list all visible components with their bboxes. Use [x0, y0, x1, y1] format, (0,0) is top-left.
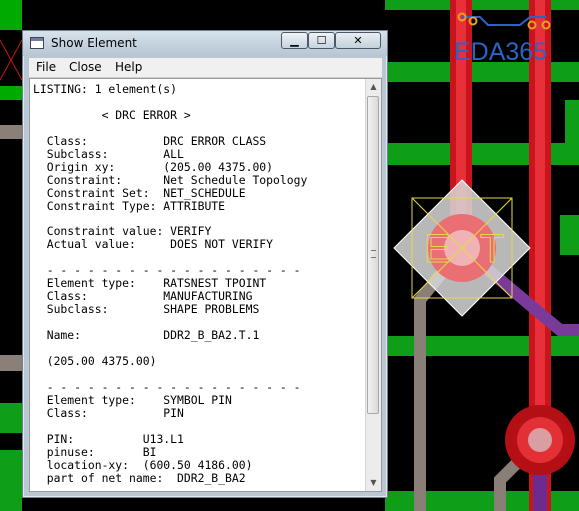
listing-line: Constraint Type: ATTRIBUTE: [33, 198, 226, 213]
listing-line: LISTING: 1 element(s): [33, 82, 178, 96]
listing-panel[interactable]: LISTING: 1 element(s) < DRC ERROR > Clas…: [29, 78, 382, 492]
close-button[interactable]: ✕: [335, 32, 381, 49]
maximize-button[interactable]: ☐: [308, 32, 335, 49]
listing-line: Name: DDR2_B_BA2.T.1: [33, 328, 260, 343]
listing-line: pinuse: BI: [33, 444, 157, 459]
scroll-thumb[interactable]: [367, 96, 379, 414]
listing-line: Constraint Set: NET_SCHEDULE: [33, 185, 246, 200]
listing-line: - - - - - - - - - - - - - - - - - - -: [33, 263, 301, 278]
show-element-window: Show Element ▁ ☐ ✕ File Close Help LISTI…: [22, 30, 388, 498]
listing-line: (205.00 4375.00): [33, 354, 157, 369]
listing-line: location-xy: (600.50 4186.00): [33, 457, 253, 472]
listing-line: Actual value: DOES NOT VERIFY: [33, 237, 274, 252]
vertical-scrollbar[interactable]: ▲ ▼: [365, 79, 381, 491]
listing-line: Origin xy: (205.00 4375.00): [33, 159, 274, 174]
menu-close[interactable]: Close: [69, 60, 102, 74]
listing-text: LISTING: 1 element(s) < DRC ERROR > Clas…: [33, 83, 307, 485]
scroll-up-arrow-icon[interactable]: ▲: [366, 79, 381, 95]
listing-line: Subclass: SHAPE PROBLEMS: [33, 302, 260, 317]
listing-line: < DRC ERROR >: [33, 107, 191, 122]
listing-line: part of net name: DDR2_B_BA2: [33, 470, 246, 485]
menu-help[interactable]: Help: [115, 60, 142, 74]
scroll-down-arrow-icon[interactable]: ▼: [366, 475, 381, 491]
listing-line: Constraint: Net Schedule Topology: [33, 172, 308, 187]
listing-line: Class: DRC ERROR CLASS: [33, 133, 267, 148]
listing-line: Constraint value: VERIFY: [33, 224, 212, 239]
window-title: Show Element: [51, 36, 137, 50]
grip-icon: [371, 250, 376, 258]
listing-line: Class: MANUFACTURING: [33, 289, 253, 304]
svg-text:E: E: [424, 227, 451, 271]
window-app-icon: [30, 37, 44, 49]
listing-line: Class: PIN: [33, 405, 184, 420]
listing-line: - - - - - - - - - - - - - - - - - - -: [33, 379, 301, 394]
minimize-button[interactable]: ▁: [281, 32, 308, 49]
listing-line: Element type: SYMBOL PIN: [33, 392, 232, 407]
menu-bar: File Close Help: [29, 58, 382, 78]
listing-line: Subclass: ALL: [33, 146, 184, 161]
menu-file[interactable]: File: [36, 60, 56, 74]
listing-line: PIN: U13.L1: [33, 431, 184, 446]
eda365-watermark: EDA365: [454, 38, 548, 66]
listing-line: Element type: RATSNEST TPOINT: [33, 276, 267, 291]
svg-text:T: T: [480, 227, 504, 271]
title-bar[interactable]: Show Element ▁ ☐ ✕: [23, 31, 387, 56]
